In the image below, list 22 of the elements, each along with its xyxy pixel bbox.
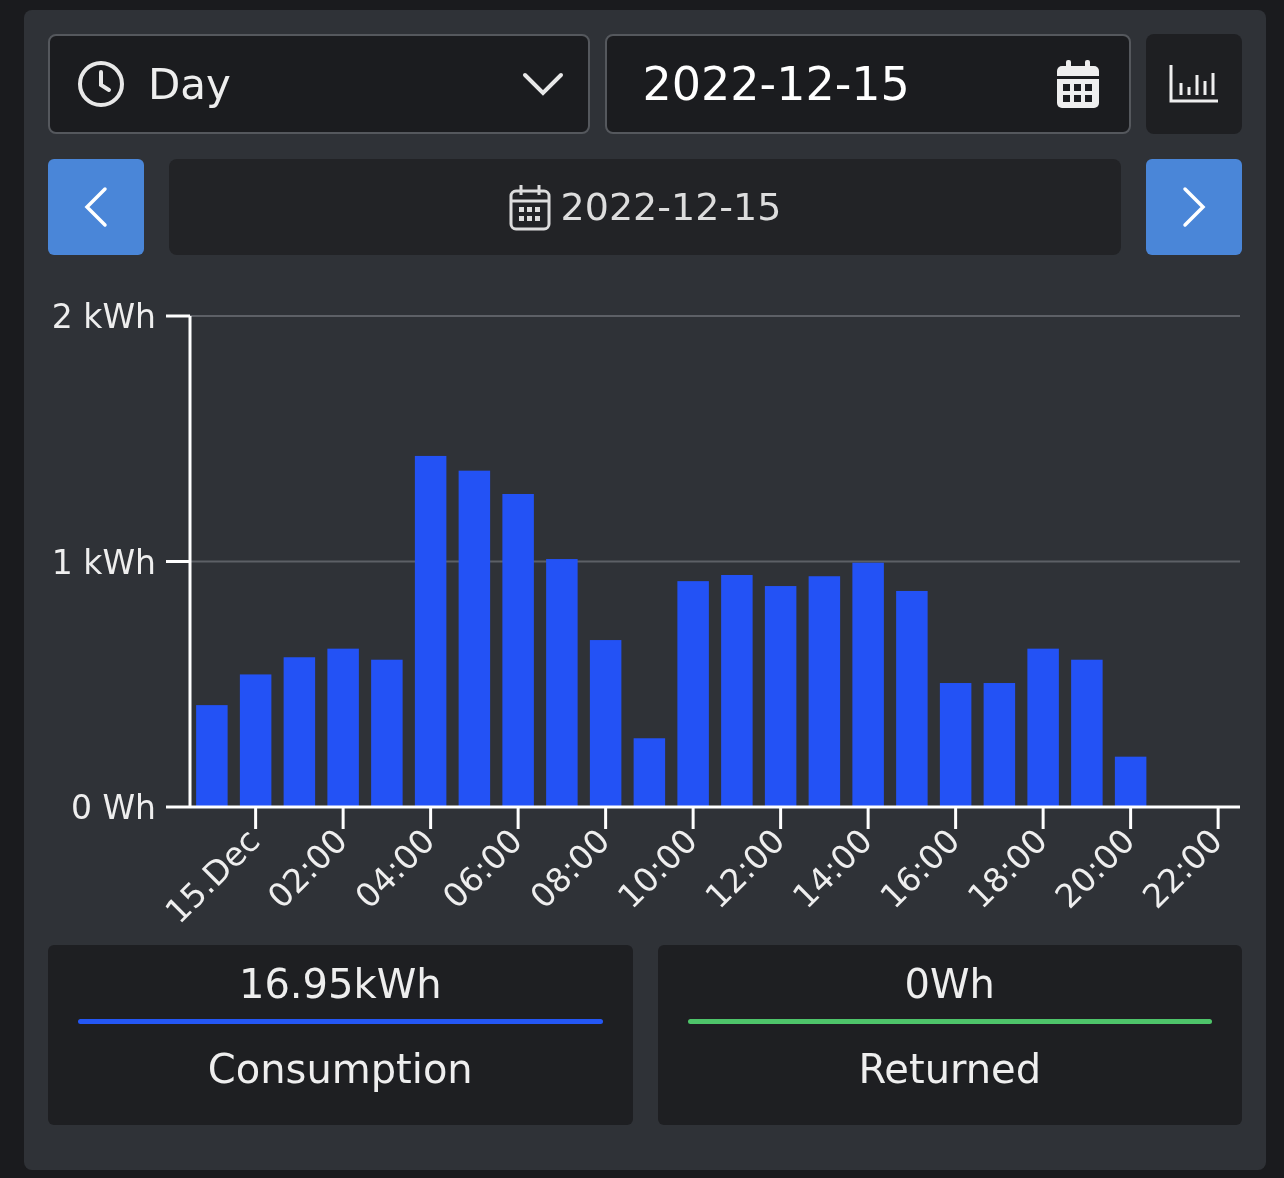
- bar-chart-icon: [1169, 65, 1220, 103]
- bar: [633, 738, 666, 807]
- period-dropdown[interactable]: Day: [48, 34, 590, 134]
- bar: [1114, 756, 1147, 807]
- chevron-down-icon: [521, 72, 564, 96]
- total-label: Returned: [858, 1046, 1042, 1092]
- chevron-left-icon: [84, 186, 108, 228]
- y-axis-label: 1 kWh: [51, 542, 156, 582]
- total-value: 0Wh: [904, 961, 995, 1007]
- next-button[interactable]: [1146, 159, 1242, 255]
- previous-button[interactable]: [48, 159, 144, 255]
- total-label: Consumption: [207, 1046, 473, 1092]
- calendar-icon: [1057, 60, 1100, 108]
- total-value: 16.95kWh: [238, 961, 442, 1007]
- chevron-right-icon: [1182, 186, 1206, 228]
- date-field[interactable]: 2022-12-15: [604, 34, 1132, 134]
- clock-icon: [76, 59, 126, 109]
- y-axis-label: 2 kWh: [51, 297, 156, 336]
- y-axis-label: 0 Wh: [70, 788, 156, 827]
- date-display[interactable]: 2022-12-15: [169, 159, 1121, 255]
- calendar-icon: [508, 183, 551, 231]
- chart-view-button[interactable]: [1146, 34, 1242, 134]
